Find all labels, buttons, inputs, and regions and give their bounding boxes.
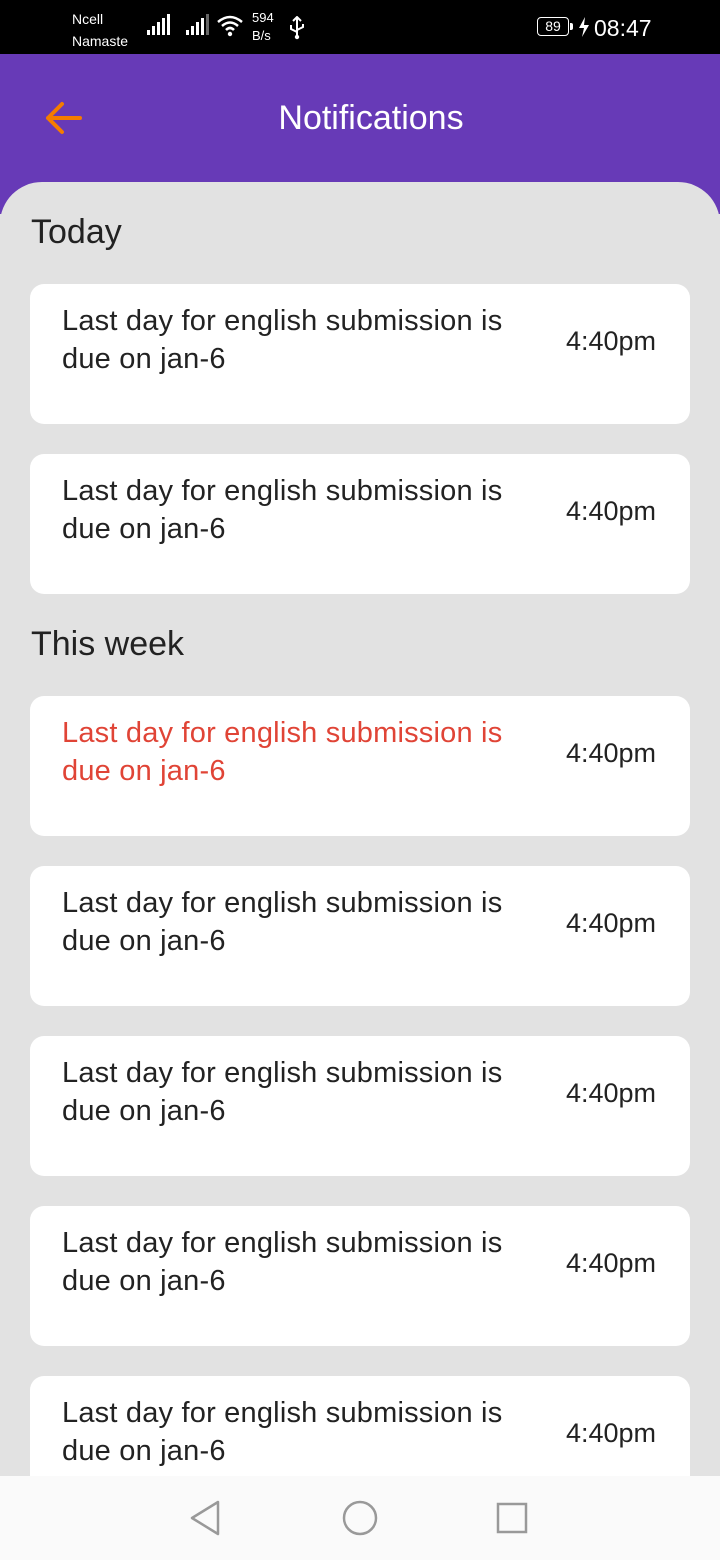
status-bar: Ncell Namaste 594 B/s 89 08:47 xyxy=(0,0,720,54)
wifi-icon xyxy=(217,15,243,37)
notifications-screen: Ncell Namaste 594 B/s 89 08:47 Notificat… xyxy=(0,0,720,1560)
signal-icon xyxy=(147,14,170,35)
notification-message: Last day for english submission is due o… xyxy=(62,1397,503,1467)
notification-time: 4:40pm xyxy=(565,1078,656,1108)
nav-back-button[interactable] xyxy=(184,1496,228,1540)
notification-card[interactable]: Last day for english submission is due o… xyxy=(30,454,690,594)
carrier-primary: Ncell xyxy=(72,11,104,27)
network-speed: 594 B/s xyxy=(252,9,274,45)
notification-card[interactable]: Last day for english submission is due o… xyxy=(30,1036,690,1176)
speed-unit: B/s xyxy=(252,28,271,43)
carrier-secondary: Namaste xyxy=(72,33,129,49)
page-title: Notifications xyxy=(278,99,464,137)
usb-icon xyxy=(290,16,304,40)
recents-square-icon xyxy=(496,1502,528,1534)
speed-value: 594 xyxy=(252,10,274,25)
charging-icon xyxy=(579,17,589,37)
nav-home-button[interactable] xyxy=(338,1496,382,1540)
home-circle-icon xyxy=(342,1500,378,1536)
notification-card-highlighted[interactable]: Last day for english submission is due o… xyxy=(30,696,690,836)
signal-icon xyxy=(186,14,209,35)
notification-time: 4:40pm xyxy=(565,1418,656,1448)
system-nav-bar xyxy=(0,1476,720,1560)
back-triangle-icon xyxy=(190,1500,220,1536)
section-heading-today: Today xyxy=(31,213,122,251)
status-time: 08:47 xyxy=(594,15,652,41)
notification-card[interactable]: Last day for english submission is due o… xyxy=(30,284,690,424)
notification-time: 4:40pm xyxy=(565,1248,656,1278)
notification-message: Last day for english submission is due o… xyxy=(62,475,503,545)
notification-message: Last day for english submission is due o… xyxy=(62,887,503,957)
notifications-list[interactable]: Today Last day for english submission is… xyxy=(0,182,720,1560)
section-heading-this-week: This week xyxy=(31,625,185,663)
notification-time: 4:40pm xyxy=(565,326,656,356)
notification-message: Last day for english submission is due o… xyxy=(62,305,503,375)
battery-level: 89 xyxy=(545,18,561,34)
notification-time: 4:40pm xyxy=(565,908,656,938)
battery-icon: 89 xyxy=(537,17,573,36)
notification-message: Last day for english submission is due o… xyxy=(62,1057,503,1127)
notification-card[interactable]: Last day for english submission is due o… xyxy=(30,1206,690,1346)
carrier-info: Ncell Namaste xyxy=(72,8,128,52)
nav-recents-button[interactable] xyxy=(490,1496,534,1540)
notification-message: Last day for english submission is due o… xyxy=(62,1227,503,1297)
notification-message: Last day for english submission is due o… xyxy=(62,717,503,787)
notification-time: 4:40pm xyxy=(565,738,656,768)
notification-card[interactable]: Last day for english submission is due o… xyxy=(30,866,690,1006)
notification-time: 4:40pm xyxy=(565,496,656,526)
